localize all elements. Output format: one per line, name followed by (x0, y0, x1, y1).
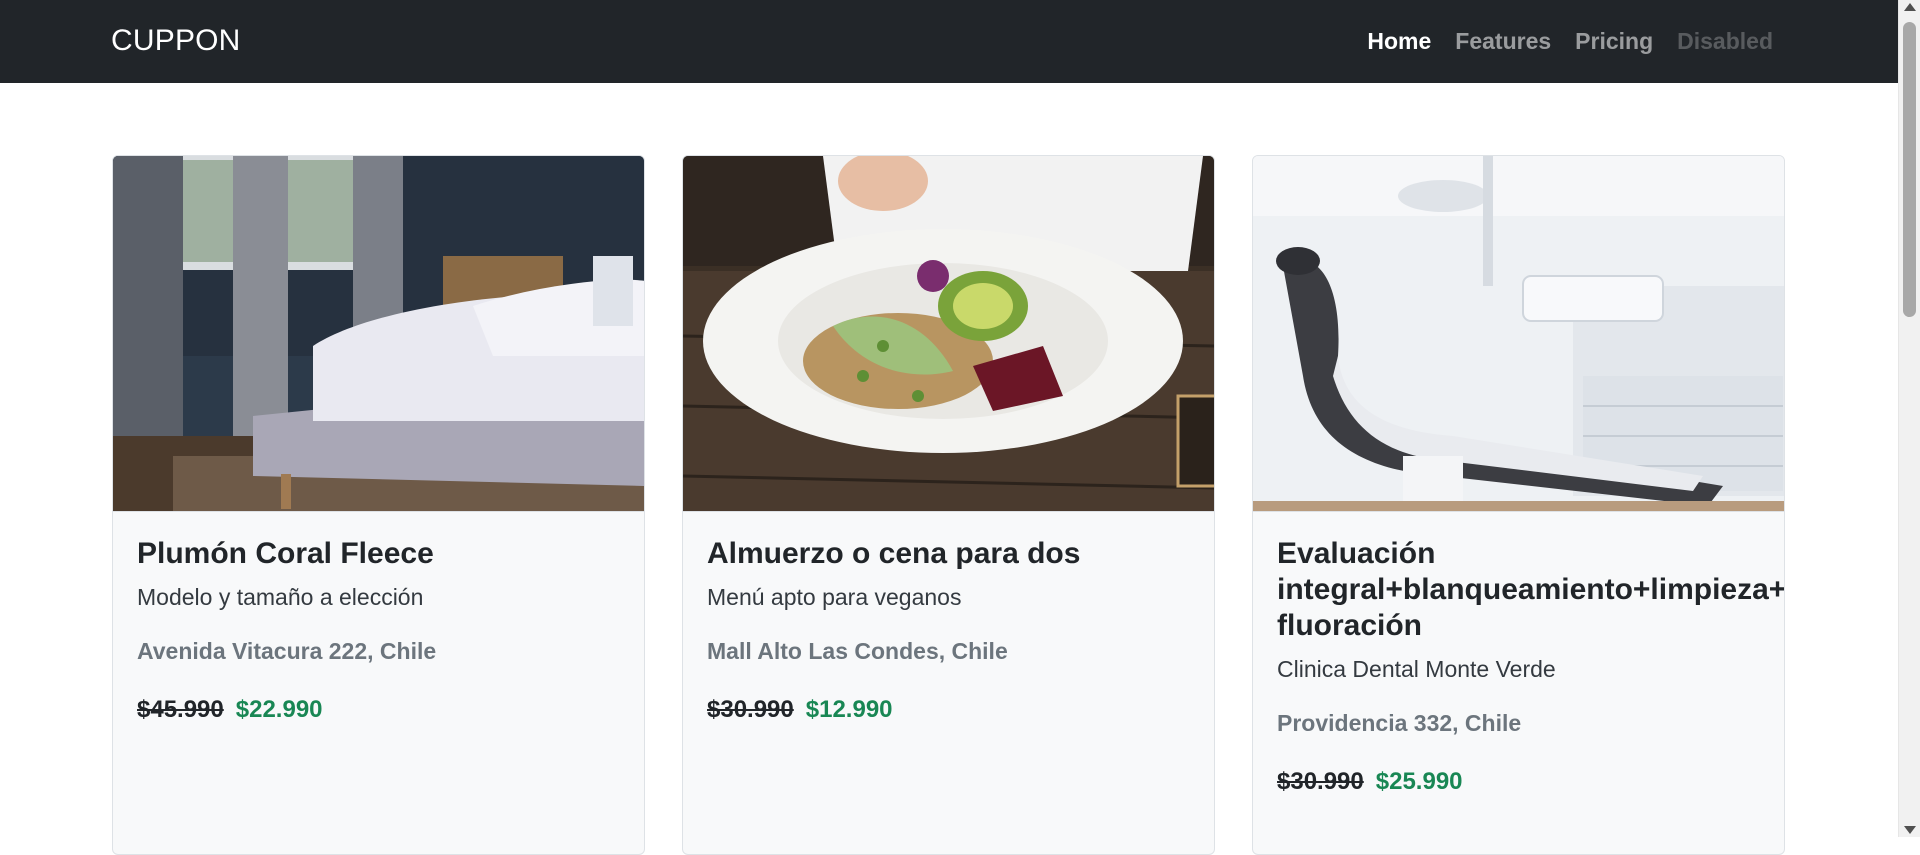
navbar: CUPPON Home Features Pricing Disabled (0, 0, 1898, 83)
vertical-scrollbar[interactable] (1898, 0, 1920, 837)
card-location: Providencia 332, Chile (1277, 710, 1522, 736)
card-location: Mall Alto Las Condes, Chile (707, 638, 1008, 664)
card-body: Almuerzo o cena para dos Menú apto para … (683, 512, 1214, 724)
deal-card[interactable]: Plumón Coral Fleece Modelo y tamaño a el… (112, 155, 645, 855)
old-price: $30.990 (707, 696, 794, 723)
new-price: $12.990 (805, 696, 893, 723)
price-row: $30.990 $12.990 (707, 696, 1190, 724)
nav-link-features[interactable]: Features (1455, 26, 1551, 56)
card-title: Plumón Coral Fleece (137, 537, 434, 570)
price-row: $45.990 $22.990 (137, 696, 620, 724)
nav-link-pricing[interactable]: Pricing (1575, 26, 1653, 56)
scroll-up-arrow-icon[interactable] (1904, 3, 1916, 11)
nav-links: Home Features Pricing Disabled (1367, 26, 1773, 56)
old-price: $30.990 (1277, 768, 1364, 795)
scrollbar-thumb[interactable] (1903, 22, 1916, 317)
deal-cards: Plumón Coral Fleece Modelo y tamaño a el… (112, 155, 1785, 855)
bedroom-bed-photo (113, 156, 644, 512)
card-subtitle: Menú apto para veganos (707, 584, 962, 610)
dental-chair-photo (1253, 156, 1784, 512)
card-subtitle: Modelo y tamaño a elección (137, 584, 424, 610)
vegan-salad-plate-photo (683, 156, 1214, 512)
card-title: Almuerzo o cena para dos (707, 537, 1081, 570)
card-subtitle: Clinica Dental Monte Verde (1277, 656, 1556, 682)
brand-logo[interactable]: CUPPON (111, 22, 241, 60)
deal-card[interactable]: Evaluación integral+blanqueamiento+limpi… (1252, 155, 1785, 855)
deal-card[interactable]: Almuerzo o cena para dos Menú apto para … (682, 155, 1215, 855)
new-price: $22.990 (235, 696, 323, 723)
nav-link-disabled: Disabled (1677, 28, 1773, 54)
scroll-down-arrow-icon[interactable] (1904, 826, 1916, 834)
card-location: Avenida Vitacura 222, Chile (137, 638, 437, 664)
old-price: $45.990 (137, 696, 224, 723)
price-row: $30.990 $25.990 (1277, 768, 1760, 796)
nav-link-home[interactable]: Home (1367, 26, 1431, 56)
card-title: Evaluación integral+blanqueamiento+limpi… (1277, 537, 1785, 642)
new-price: $25.990 (1375, 768, 1463, 795)
card-body: Plumón Coral Fleece Modelo y tamaño a el… (113, 512, 644, 724)
card-body: Evaluación integral+blanqueamiento+limpi… (1253, 512, 1784, 796)
